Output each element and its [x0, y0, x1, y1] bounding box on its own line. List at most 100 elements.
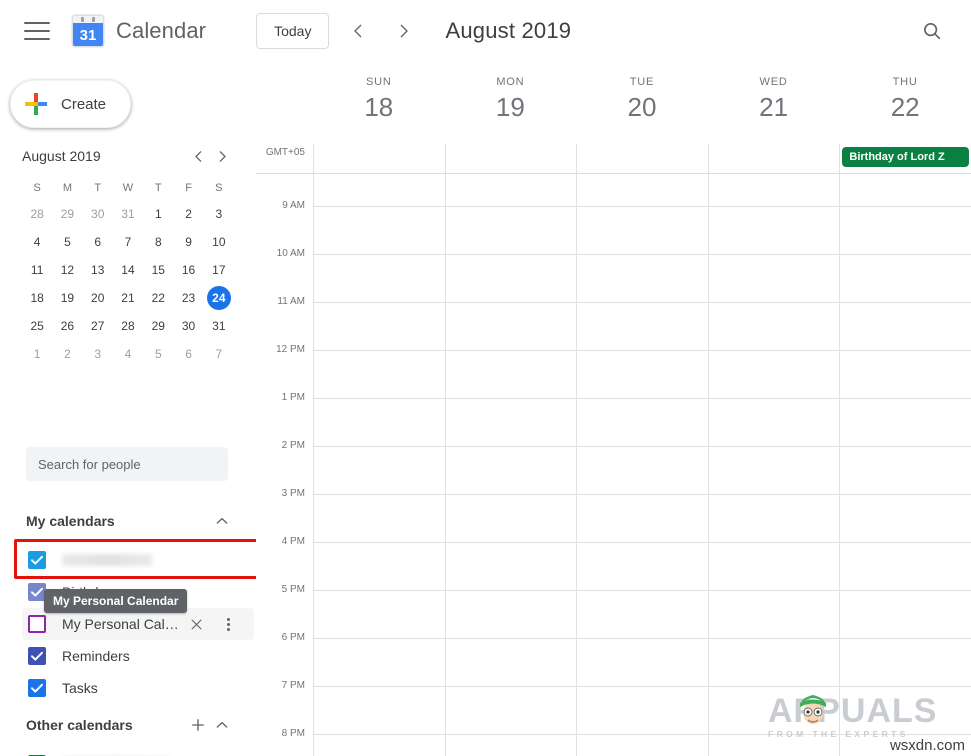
all-day-cell[interactable]: [313, 144, 445, 173]
mini-calendar-day[interactable]: 2: [173, 202, 203, 226]
mini-calendar-day[interactable]: 12: [52, 258, 82, 282]
time-grid[interactable]: 9 AM 10 AM 11 AM 12 PM 1 PM 2 PM 3 PM 4 PM 5 PM 6…: [256, 174, 971, 756]
mini-calendar-day-label: 24: [206, 286, 231, 310]
calendar-visibility-checkbox[interactable]: [28, 615, 46, 633]
mini-calendar-day[interactable]: 2: [52, 342, 82, 366]
search-for-people-input[interactable]: [26, 447, 228, 481]
mini-calendar-day[interactable]: 31: [204, 314, 234, 338]
mini-calendar-day[interactable]: 1: [143, 202, 173, 226]
day-column-divider: [839, 174, 841, 756]
mini-calendar-day[interactable]: 8: [143, 230, 173, 254]
mini-calendar-day[interactable]: 27: [83, 314, 113, 338]
all-day-cell[interactable]: [707, 144, 840, 173]
mini-calendar-day[interactable]: 9: [173, 230, 203, 254]
other-calendars-collapse-button[interactable]: [210, 713, 234, 737]
mini-calendar-day-label: 31: [212, 319, 226, 333]
mini-calendar-day[interactable]: 5: [143, 342, 173, 366]
day-of-week-label: WED: [759, 76, 788, 88]
today-button[interactable]: Today: [256, 13, 330, 49]
mini-calendar-day[interactable]: 4: [113, 342, 143, 366]
calendar-visibility-checkbox[interactable]: [28, 551, 46, 569]
mini-calendar-day[interactable]: 7: [113, 230, 143, 254]
mini-calendar-day[interactable]: 29: [52, 202, 82, 226]
mini-calendar-day[interactable]: 17: [204, 258, 234, 282]
mini-calendar-day[interactable]: 19: [52, 286, 82, 310]
mini-calendar-day[interactable]: 1: [22, 342, 52, 366]
mini-calendar-day[interactable]: 11: [22, 258, 52, 282]
mini-calendar-day[interactable]: 15: [143, 258, 173, 282]
search-button[interactable]: [915, 14, 949, 48]
hour-label: 3 PM: [281, 488, 305, 499]
mini-calendar-day[interactable]: 25: [22, 314, 52, 338]
next-period-button[interactable]: [387, 14, 421, 48]
mini-calendar-day-label: 20: [91, 291, 105, 305]
mini-calendar-dow: T: [94, 182, 102, 194]
mini-calendar-day[interactable]: 6: [83, 230, 113, 254]
day-header[interactable]: TUE 20: [576, 62, 708, 144]
mini-calendar-day[interactable]: 13: [83, 258, 113, 282]
mini-calendar-day[interactable]: 23: [173, 286, 203, 310]
add-other-calendar-button[interactable]: [186, 713, 210, 737]
mini-calendar-day-label: 6: [94, 235, 102, 249]
all-day-cell[interactable]: [576, 144, 708, 173]
mini-calendar-day[interactable]: 4: [22, 230, 52, 254]
calendar-list-item[interactable]: Tasks: [22, 672, 254, 704]
mini-calendar-day[interactable]: 28: [22, 202, 52, 226]
mini-calendar-day[interactable]: 5: [52, 230, 82, 254]
mini-calendar-day[interactable]: 7: [204, 342, 234, 366]
my-calendars-collapse-button[interactable]: [210, 509, 234, 533]
all-day-event-chip[interactable]: Birthday of Lord Z: [842, 147, 969, 167]
mini-calendar-next-button[interactable]: [210, 144, 234, 168]
mini-calendar-day-label: 14: [121, 263, 135, 277]
mini-calendar-day-today[interactable]: 24: [204, 286, 234, 310]
all-day-cell[interactable]: Birthday of Lord Z: [839, 144, 971, 173]
mini-calendar-day[interactable]: 6: [173, 342, 203, 366]
my-calendars-list: BirthdaysMy Personal Cal…RemindersTasks: [22, 544, 254, 704]
mini-calendar-day[interactable]: 20: [83, 286, 113, 310]
hour-label: 7 PM: [281, 680, 305, 691]
calendar-options-button[interactable]: [217, 612, 241, 636]
calendar-list-item[interactable]: [22, 748, 254, 756]
mini-calendar-day[interactable]: 14: [113, 258, 143, 282]
mini-calendar-day-label: 2: [64, 347, 71, 361]
calendar-list-item[interactable]: [22, 544, 254, 576]
all-day-cell[interactable]: [444, 144, 577, 173]
mini-calendar-day[interactable]: 26: [52, 314, 82, 338]
hamburger-icon[interactable]: [24, 22, 50, 40]
calendar-list-item[interactable]: Reminders: [22, 640, 254, 672]
mini-calendar-day[interactable]: 3: [83, 342, 113, 366]
plus-icon: [25, 93, 47, 115]
mini-calendar-day[interactable]: 10: [204, 230, 234, 254]
mini-calendar-day-label: 13: [91, 263, 105, 277]
mini-calendar-dow: S: [33, 182, 41, 194]
hour-gridline: [313, 446, 971, 447]
calendar-visibility-checkbox[interactable]: [28, 679, 46, 697]
create-button[interactable]: Create: [10, 80, 132, 128]
day-of-week-label: TUE: [629, 76, 655, 88]
previous-period-button[interactable]: [341, 14, 375, 48]
my-calendars-header: My calendars: [26, 507, 234, 535]
mini-calendar-day-label: 6: [185, 347, 192, 361]
day-header[interactable]: THU 22: [839, 62, 971, 144]
mini-calendar-day[interactable]: 31: [113, 202, 143, 226]
day-header[interactable]: MON 19: [445, 62, 577, 144]
mini-calendar-day-label: 29: [60, 207, 75, 221]
mini-calendar-day[interactable]: 30: [173, 314, 203, 338]
mini-calendar-day[interactable]: 30: [83, 202, 113, 226]
mini-calendar-day[interactable]: 21: [113, 286, 143, 310]
calendar-visibility-checkbox[interactable]: [28, 647, 46, 665]
mini-calendar-day[interactable]: 28: [113, 314, 143, 338]
mini-calendar-day[interactable]: 22: [143, 286, 173, 310]
mini-calendar-day[interactable]: 16: [173, 258, 203, 282]
mini-calendar-header: August 2019: [22, 144, 234, 168]
mini-calendar-day[interactable]: 18: [22, 286, 52, 310]
mini-calendar-day[interactable]: 29: [143, 314, 173, 338]
mini-calendar-day-label: 2: [185, 207, 192, 221]
day-header[interactable]: SUN 18: [313, 62, 445, 144]
other-calendars-list: [22, 748, 254, 756]
calendar-close-button[interactable]: [185, 612, 209, 636]
mini-calendar-day[interactable]: 3: [204, 202, 234, 226]
day-header[interactable]: WED 21: [708, 62, 840, 144]
mini-calendar: August 2019 S M T W T F S 28 29 30 31 1 2 3 4 5 6 7 8 9 10 11…: [22, 144, 234, 366]
mini-calendar-prev-button[interactable]: [186, 144, 210, 168]
